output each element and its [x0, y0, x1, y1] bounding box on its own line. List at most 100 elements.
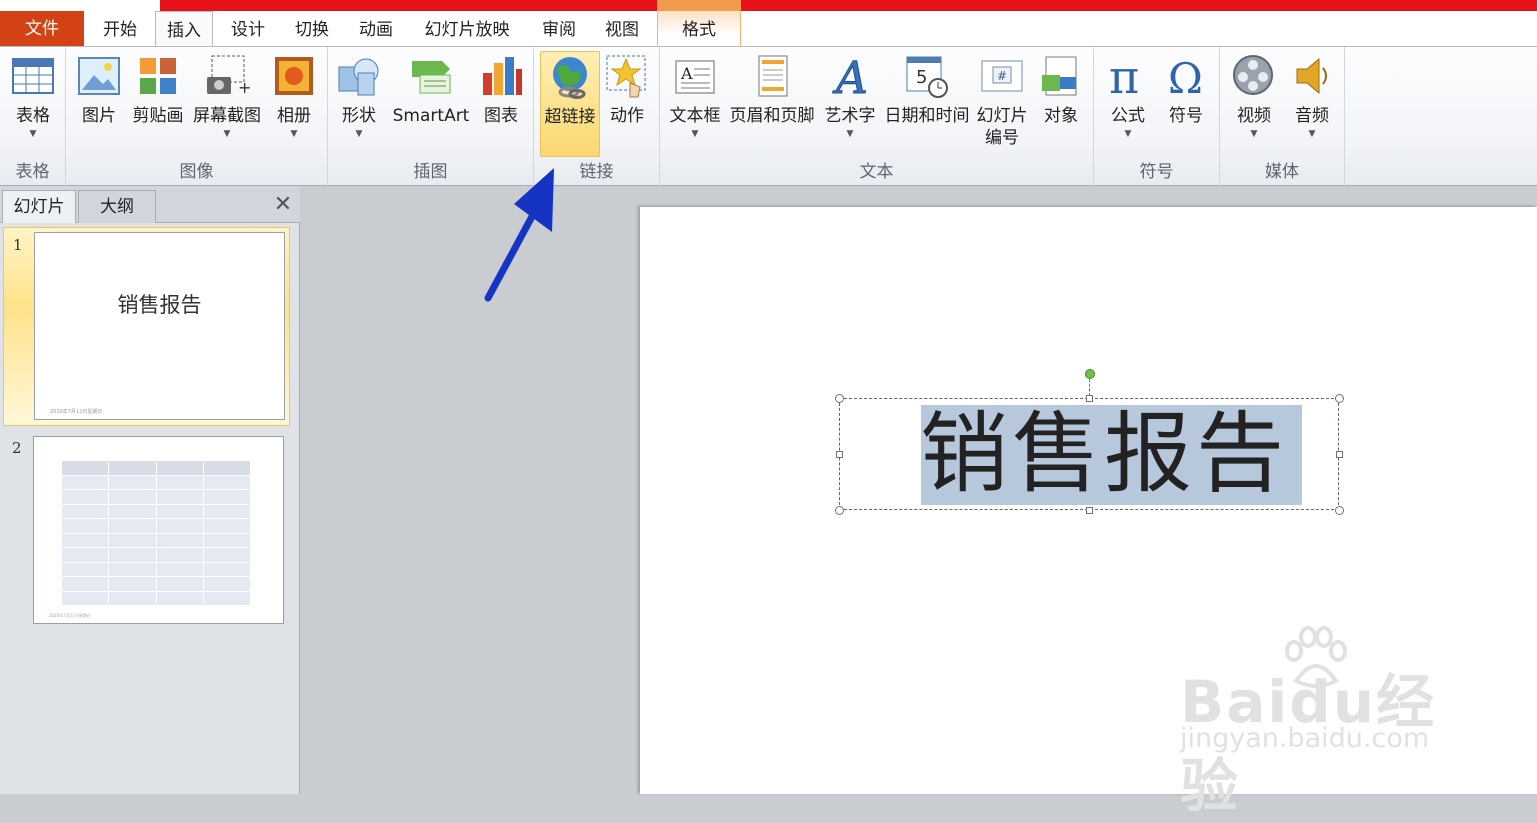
- resize-handle[interactable]: [1086, 395, 1093, 402]
- dropdown-arrow-icon: ▼: [290, 129, 298, 139]
- title-bar-band: [160, 0, 1537, 11]
- header-footer-label: 页眉和页脚: [729, 106, 815, 126]
- tab-view[interactable]: 视图: [594, 11, 650, 46]
- title-bar: [0, 0, 1537, 11]
- tab-home[interactable]: 开始: [92, 11, 148, 46]
- screenshot-button[interactable]: + 屏幕截图 ▼: [189, 51, 265, 141]
- resize-handle[interactable]: [836, 451, 843, 458]
- group-label-text: 文本: [859, 162, 894, 182]
- textbox-button[interactable]: A 文本框 ▼: [666, 51, 724, 141]
- datetime-button[interactable]: 5 日期和时间: [880, 51, 974, 127]
- pi-icon: π: [1105, 50, 1151, 104]
- dropdown-arrow-icon: ▼: [1250, 129, 1258, 139]
- picture-button[interactable]: 图片: [74, 51, 124, 127]
- video-button[interactable]: 视频 ▼: [1228, 51, 1280, 141]
- omega-icon: Ω: [1163, 53, 1209, 103]
- chart-label: 图表: [484, 106, 518, 126]
- object-button[interactable]: 对象: [1034, 51, 1088, 127]
- svg-text:A: A: [832, 53, 868, 99]
- hyperlink-icon: [547, 54, 593, 100]
- table-button[interactable]: 表格 ▼: [4, 51, 62, 141]
- slide-thumbnail-date: 2020年7月12日星期日: [50, 409, 103, 415]
- dropdown-arrow-icon: ▼: [355, 129, 363, 139]
- svg-text:+: +: [238, 78, 250, 97]
- close-icon[interactable]: ✕: [270, 192, 296, 218]
- tab-insert[interactable]: 插入: [155, 11, 213, 46]
- tab-animations[interactable]: 动画: [348, 11, 404, 46]
- hyperlink-label: 超链接: [544, 107, 596, 127]
- slide-thumbnail-1[interactable]: 1 销售报告 2020年7月12日星期日: [3, 227, 290, 426]
- dropdown-arrow-icon: ▼: [846, 129, 854, 139]
- dropdown-arrow-icon: ▼: [691, 129, 699, 139]
- resize-handle[interactable]: [1335, 394, 1344, 403]
- clipart-button[interactable]: 剪贴画: [130, 51, 186, 127]
- group-label-tables: 表格: [15, 162, 50, 182]
- resize-handle[interactable]: [1336, 451, 1343, 458]
- action-label: 动作: [610, 106, 644, 126]
- symbol-button[interactable]: Ω 符号: [1160, 51, 1212, 127]
- photo-album-icon: [271, 53, 317, 99]
- resize-handle[interactable]: [1086, 507, 1093, 514]
- table-label: 表格: [16, 106, 50, 126]
- title-textbox[interactable]: 销售报告: [835, 394, 1344, 515]
- shapes-button[interactable]: 形状 ▼: [334, 51, 384, 141]
- header-footer-icon: [749, 53, 795, 99]
- chart-button[interactable]: 图表: [476, 51, 526, 127]
- tab-format[interactable]: 格式: [657, 11, 741, 46]
- baidu-watermark: Baidu经验 jingyan.baidu.com: [1180, 625, 1480, 820]
- tab-file[interactable]: 文件: [0, 11, 84, 46]
- mini-table: [60, 460, 252, 606]
- resize-handle[interactable]: [1335, 506, 1344, 515]
- screenshot-icon: +: [204, 53, 251, 99]
- group-tables: 表格 ▼ 表格: [0, 47, 66, 186]
- photo-album-button[interactable]: 相册 ▼: [266, 51, 322, 141]
- tab-transitions[interactable]: 切换: [284, 11, 340, 46]
- slide-thumbnail-title: 销售报告: [117, 293, 202, 317]
- video-label: 视频: [1237, 106, 1271, 126]
- slide-number-button[interactable]: # 幻灯片 编号: [974, 51, 1030, 149]
- header-footer-button[interactable]: 页眉和页脚: [726, 51, 818, 127]
- rotate-handle[interactable]: [1085, 369, 1095, 379]
- group-text: A 文本框 ▼ 页眉和页脚 A 艺术字 ▼ 5 日期和时间 # 幻灯片 编号 对…: [660, 47, 1094, 186]
- dropdown-arrow-icon: ▼: [1308, 129, 1316, 139]
- screenshot-label: 屏幕截图: [193, 106, 261, 126]
- action-icon: [604, 53, 650, 99]
- slide-thumbnail-preview: 销售报告 2020年7月12日星期日: [34, 232, 285, 420]
- slide-title-text[interactable]: 销售报告: [920, 406, 1288, 502]
- dropdown-arrow-icon: ▼: [29, 129, 37, 139]
- clipart-icon: [135, 53, 181, 99]
- tab-slides[interactable]: 幻灯片: [2, 190, 76, 223]
- svg-text:5: 5: [916, 67, 927, 88]
- equation-button[interactable]: π 公式 ▼: [1102, 50, 1154, 141]
- svg-text:π: π: [1109, 53, 1139, 99]
- tab-design[interactable]: 设计: [221, 11, 275, 46]
- slide-number: 2: [12, 439, 22, 457]
- hyperlink-button[interactable]: 超链接: [540, 51, 600, 157]
- tab-outline[interactable]: 大纲: [78, 190, 156, 223]
- textbox-icon: A: [672, 53, 718, 99]
- audio-button[interactable]: 音频 ▼: [1286, 51, 1338, 141]
- annotation-arrow-icon: [484, 168, 554, 302]
- resize-handle[interactable]: [835, 394, 844, 403]
- ribbon-tab-row: 文件 开始 插入 设计 切换 动画 幻灯片放映 审阅 视图 格式: [0, 11, 1537, 46]
- action-button[interactable]: 动作: [602, 51, 652, 127]
- smartart-button[interactable]: SmartArt: [388, 51, 474, 127]
- resize-handle[interactable]: [835, 506, 844, 515]
- svg-text:#: #: [997, 69, 1007, 83]
- slide-thumbnail-2[interactable]: 2 2020年7月12日星期日: [3, 431, 290, 631]
- tab-review[interactable]: 审阅: [531, 11, 587, 46]
- slide-number: 1: [13, 236, 23, 254]
- dropdown-arrow-icon: ▼: [1124, 129, 1132, 139]
- wordart-icon: A: [827, 53, 873, 105]
- equation-label: 公式: [1111, 106, 1145, 126]
- textbox-label: 文本框: [669, 106, 721, 126]
- object-label: 对象: [1044, 106, 1078, 126]
- photo-album-label: 相册: [277, 106, 311, 126]
- wordart-button[interactable]: A 艺术字 ▼: [820, 51, 880, 141]
- tab-slideshow[interactable]: 幻灯片放映: [413, 11, 521, 46]
- watermark-url: jingyan.baidu.com: [1180, 723, 1430, 754]
- shapes-icon: [336, 53, 382, 99]
- slides-pane-tabs: 幻灯片 大纲 ✕: [0, 186, 300, 223]
- smartart-label: SmartArt: [392, 106, 470, 126]
- calendar-clock-icon: 5: [904, 53, 950, 99]
